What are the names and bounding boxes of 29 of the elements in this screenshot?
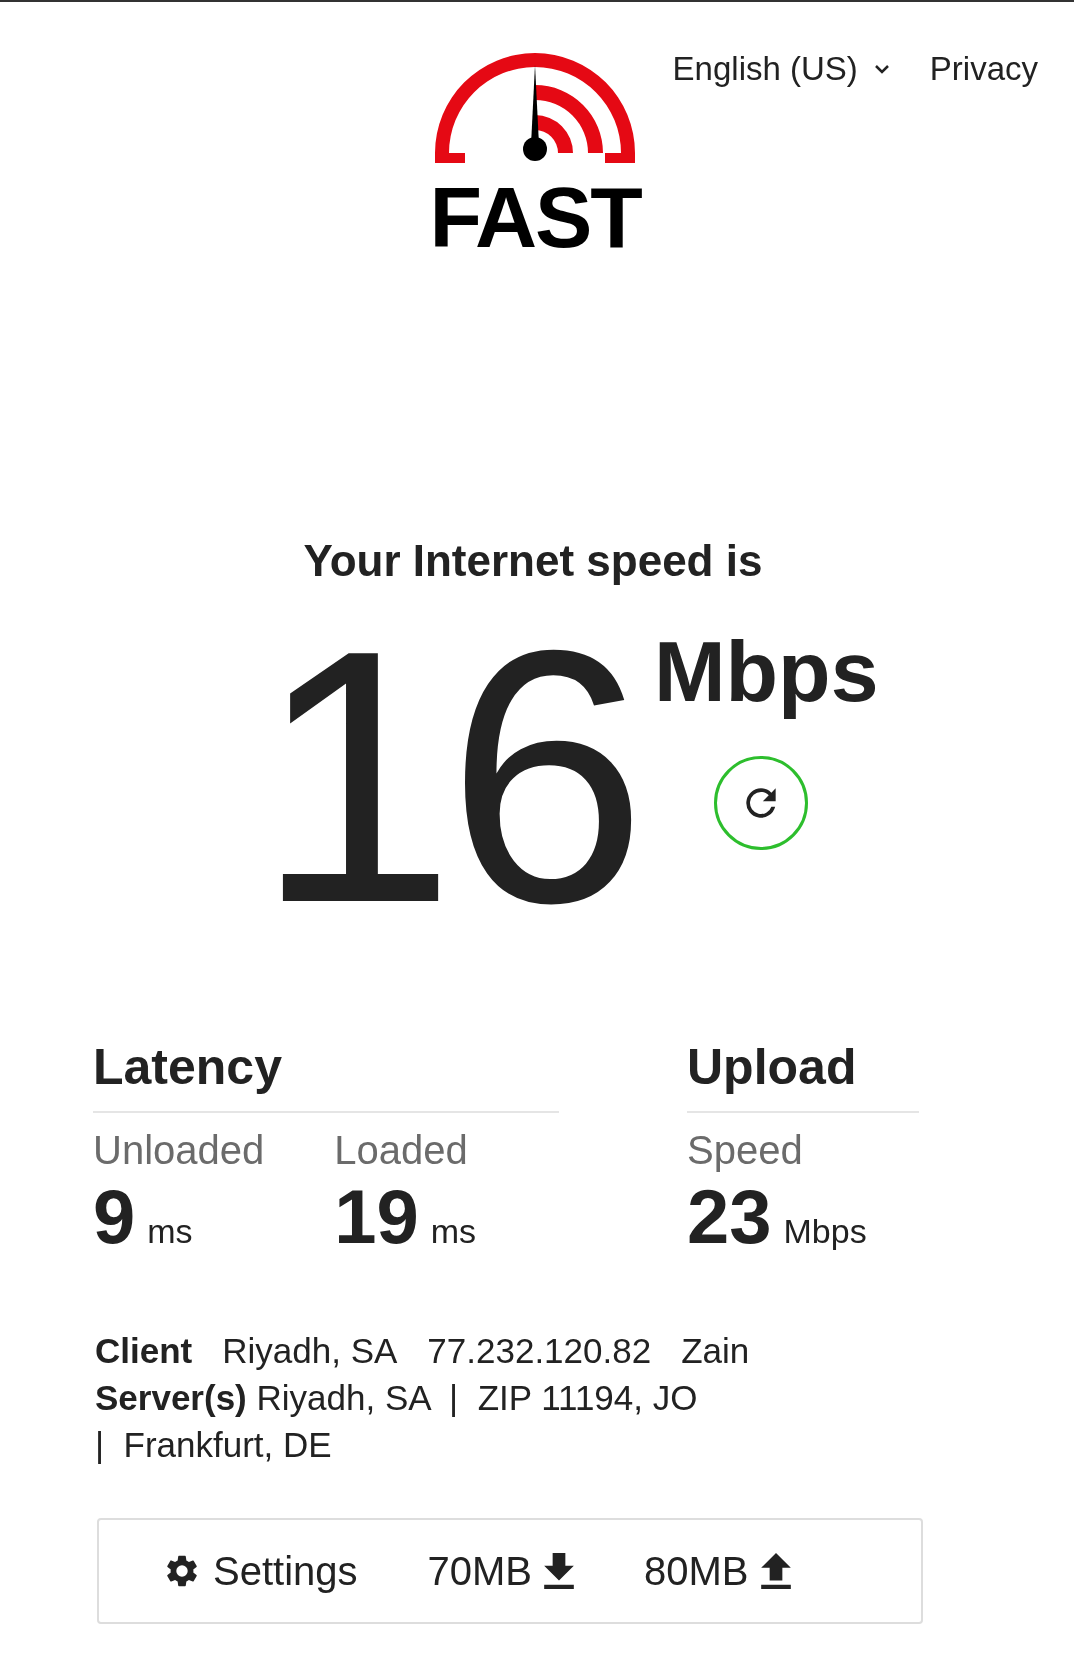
language-dropdown[interactable]: English (US)	[672, 44, 890, 94]
download-icon	[544, 1552, 575, 1589]
metric-value: 19	[334, 1178, 419, 1255]
metric-unit: Mbps	[783, 1210, 867, 1252]
metric-value: 9	[93, 1178, 136, 1255]
metric-unit: ms	[430, 1210, 477, 1252]
reload-button[interactable]	[714, 755, 809, 850]
section-title: Latency	[93, 1038, 283, 1097]
upload-size: 80MB	[644, 1547, 749, 1595]
server-list: Server(s) Riyadh, SA | ZIP 11194, JO | Frankfurt, DE	[95, 1373, 715, 1468]
client-value: Riyadh, SA	[222, 1329, 398, 1372]
client-value: Zain	[681, 1329, 750, 1372]
privacy-link[interactable]: Privacy	[929, 44, 1038, 94]
speed-value: 16	[255, 606, 638, 946]
metric-value: 23	[687, 1178, 772, 1255]
client-value: 77.232.120.82	[427, 1329, 652, 1372]
metric-label: Unloaded	[93, 1126, 265, 1174]
download-size: 70MB	[427, 1547, 533, 1595]
metric-label: Speed	[687, 1126, 804, 1174]
chevron-down-icon	[873, 62, 890, 75]
metric-label: Loaded	[334, 1126, 469, 1174]
metric-unit: ms	[147, 1210, 193, 1252]
speed-unit: Mbps	[653, 622, 879, 721]
settings-button[interactable]: Settings	[163, 1540, 358, 1601]
client-label: Client	[95, 1329, 193, 1372]
logo-text: FAST	[429, 174, 641, 260]
section-title: Upload	[687, 1038, 858, 1097]
speed-headline: Your Internet speed is	[302, 535, 764, 587]
upload-icon	[760, 1552, 791, 1589]
